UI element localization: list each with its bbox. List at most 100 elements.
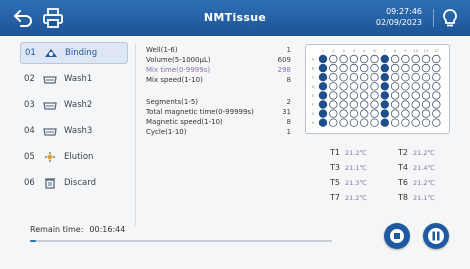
step-wash1[interactable]: 02 Wash1 [20, 68, 128, 90]
plate-well [360, 100, 369, 109]
step-number: 06 [24, 178, 35, 188]
plate-well [339, 54, 348, 64]
param-label: Total magnetic time(0-99999s) [146, 108, 254, 116]
plate-well [432, 63, 441, 73]
temp-value: 21.2℃ [344, 194, 367, 202]
plate-column-label: 8 [394, 49, 397, 53]
plate-well [411, 54, 420, 64]
plate-column-label: 11 [424, 49, 429, 53]
param-volume[interactable]: Volume(5-1000µL) 609 [146, 55, 291, 65]
temp-t3: T3 21.1℃ [330, 163, 367, 172]
param-value: 2 [286, 98, 291, 106]
plate-well [349, 63, 359, 73]
clock-date: 02/09/2023 [375, 18, 422, 27]
plate-well [349, 109, 359, 118]
plate-column-label: 6 [373, 49, 376, 53]
plate-column-label: 5 [363, 49, 365, 53]
param-total-magnetic-time[interactable]: Total magnetic time(0-99999s) 31 [146, 107, 291, 117]
temp-label: T1 [330, 148, 340, 157]
stop-icon [390, 229, 404, 243]
plate-column-label: 9 [404, 49, 407, 53]
param-value: 298 [277, 66, 291, 74]
step-discard[interactable]: 06 Discard [20, 172, 128, 194]
plate-well [380, 54, 389, 64]
plate-row-label: D [312, 85, 315, 89]
temp-t5: T5 21.3℃ [330, 178, 367, 187]
plate-column-label: 2 [332, 49, 334, 53]
step-number: 04 [24, 126, 35, 136]
plate-well [370, 100, 379, 109]
param-label: Magnetic speed(1-10) [146, 118, 223, 126]
param-magnetic-speed[interactable]: Magnetic speed(1-10) 8 [146, 117, 291, 127]
plate-row-label: A [312, 58, 315, 62]
param-value: 609 [277, 56, 291, 64]
temp-label: T2 [398, 148, 408, 157]
param-cycle[interactable]: Cycle(1-10) 1 [146, 127, 291, 137]
temp-value: 21.2℃ [412, 149, 435, 157]
plate-well [401, 118, 410, 127]
step-elution[interactable]: 05 Elution [20, 146, 128, 168]
header-divider [433, 9, 434, 27]
param-well[interactable]: Well(1-6) 1 [146, 45, 291, 55]
step-label: Elution [64, 152, 94, 162]
plate-well [380, 100, 389, 109]
plate-well [390, 109, 400, 118]
plate-well [318, 82, 328, 91]
plate-well [390, 91, 400, 100]
step-wash2[interactable]: 03 Wash2 [20, 94, 128, 116]
plate-well [401, 100, 410, 109]
plate-well [360, 82, 369, 91]
step-label: Discard [64, 178, 96, 188]
plate-well [318, 100, 328, 109]
plate-column-label: 3 [342, 49, 344, 53]
temp-label: T4 [398, 163, 408, 172]
plate-well [380, 63, 389, 73]
temp-t2: T2 21.2℃ [398, 148, 435, 157]
plate-well [329, 73, 338, 82]
step-number: 03 [24, 100, 35, 110]
plate-well [329, 91, 338, 100]
stop-button[interactable] [384, 223, 410, 249]
plate-well [370, 54, 379, 64]
plate-well [360, 118, 369, 127]
remain-time-label: Remain time: [30, 225, 84, 234]
clock: 09:27:46 02/09/2023 [376, 6, 422, 28]
plate-well [360, 109, 369, 118]
plate-column-label: 7 [384, 49, 386, 53]
param-value: 31 [282, 108, 291, 116]
plate-well [349, 100, 359, 109]
plate-well [380, 73, 389, 82]
plate-well [370, 82, 379, 91]
plate-well [421, 100, 431, 109]
plate-well [401, 63, 410, 73]
plate-well [390, 118, 400, 127]
plate-well [432, 54, 441, 64]
remain-time-value: 00:16:44 [89, 225, 126, 234]
plate-well [318, 54, 328, 64]
step-number: 05 [24, 152, 35, 162]
plate-well [339, 91, 348, 100]
pause-button[interactable] [423, 223, 449, 249]
plate-well [318, 91, 328, 100]
plate-well [360, 91, 369, 100]
pause-icon [428, 228, 444, 244]
step-label: Wash3 [64, 126, 93, 136]
step-binding[interactable]: 01 Binding [20, 42, 128, 64]
temp-value: 21.1℃ [412, 194, 435, 202]
run-progress-fill [30, 240, 37, 242]
param-label: Mix time(0-9999s) [146, 66, 211, 74]
lightbulb-icon[interactable] [438, 7, 462, 29]
plate-well [349, 54, 359, 64]
header-bar: NMTissue 09:27:46 02/09/2023 [0, 0, 470, 36]
plate-well [411, 100, 420, 109]
step-wash3[interactable]: 04 Wash3 [20, 120, 128, 142]
plate-well [421, 91, 431, 100]
plate-well [421, 73, 431, 82]
plate-well [360, 54, 369, 64]
plate-well [380, 118, 389, 127]
plate-well [329, 63, 338, 73]
plate-well [421, 63, 431, 73]
param-mix-speed[interactable]: Mix speed(1-10) 8 [146, 75, 291, 85]
param-segments[interactable]: Segments(1-5) 2 [146, 97, 291, 107]
param-mix-time[interactable]: Mix time(0-9999s) 298 [146, 65, 291, 75]
